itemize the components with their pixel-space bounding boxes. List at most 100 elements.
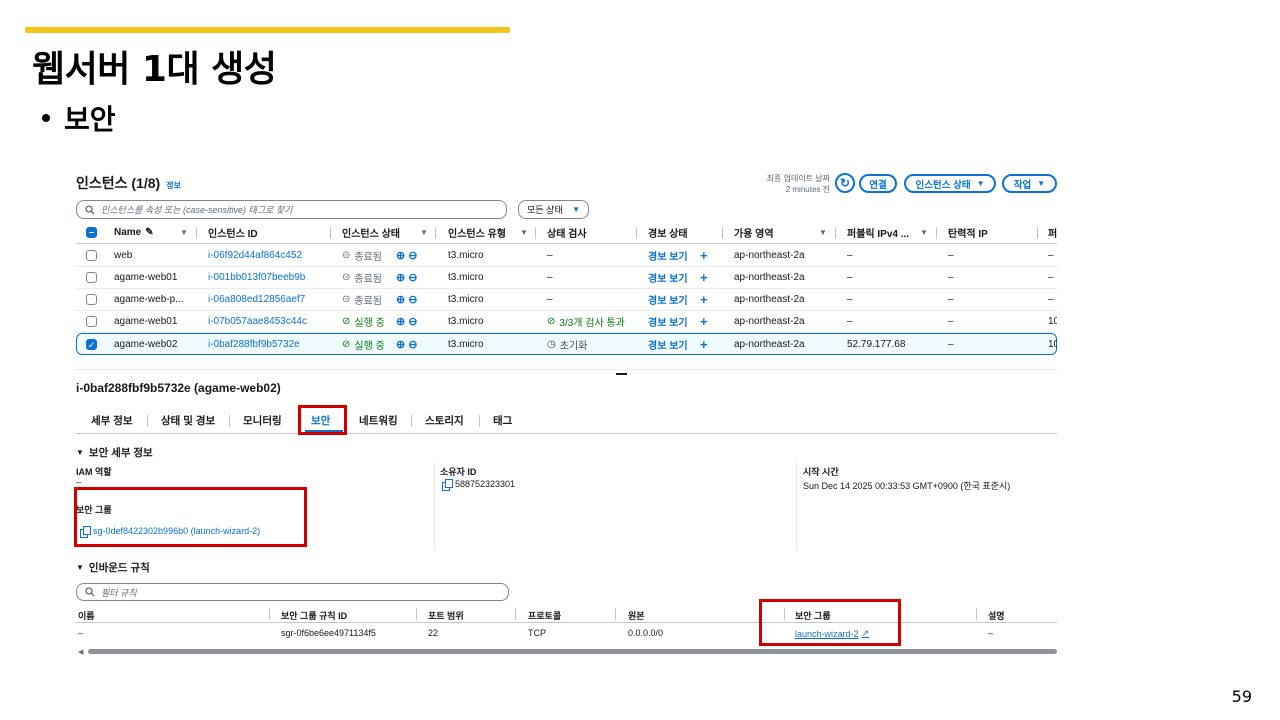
instance-search-input[interactable]: 인스턴스를 속성 또는 (case-sensitive) 태그로 찾기: [76, 200, 507, 219]
instance-state-label: 인스턴스 상태: [915, 179, 971, 191]
plus-icon[interactable]: +: [700, 337, 708, 352]
column-divider: [722, 227, 723, 239]
connect-button[interactable]: 연결: [859, 174, 897, 193]
iam-role-label: IAM 역할: [76, 467, 112, 477]
plus-icon[interactable]: +: [700, 314, 708, 329]
tab-divider: [411, 415, 412, 427]
zoom-icon[interactable]: ⊕⊖: [396, 249, 420, 262]
col-description[interactable]: 설명: [988, 609, 1005, 622]
row-checkbox[interactable]: [86, 316, 97, 327]
row-checkbox[interactable]: [86, 250, 97, 261]
zoom-icon[interactable]: ⊕⊖: [396, 271, 420, 284]
sort-icon[interactable]: ▼: [920, 228, 928, 237]
tab-details[interactable]: 세부 정보: [91, 413, 133, 428]
row-state: ⊝ 종료됨: [342, 248, 382, 263]
zoom-icon[interactable]: ⊕⊖: [396, 338, 420, 351]
row-type: t3.micro: [448, 250, 484, 261]
scroll-left-icon[interactable]: ◀: [78, 648, 83, 656]
rules-filter-placeholder: 필터 규칙: [101, 587, 137, 598]
inbound-rule-row[interactable]: – sgr-0f6be6ee4971134f5 22 TCP 0.0.0.0/0…: [76, 624, 1057, 644]
horizontal-scrollbar[interactable]: ◀: [76, 648, 1057, 656]
plus-icon[interactable]: +: [700, 292, 708, 307]
sort-icon[interactable]: ▼: [520, 228, 528, 237]
row-state: ⊝ 종료됨: [342, 292, 382, 307]
col-alarm-status[interactable]: 경보 상태: [648, 225, 688, 240]
rules-filter-input[interactable]: 필터 규칙: [76, 583, 509, 601]
col-availability-zone[interactable]: 가용 영역: [734, 225, 774, 240]
row-alarm-link[interactable]: 경보 보기: [648, 270, 688, 285]
tab-tags[interactable]: 태그: [493, 413, 512, 428]
row-checkbox[interactable]: [86, 272, 97, 283]
inbound-rules-header[interactable]: ▼ 인바운드 규칙: [76, 560, 150, 575]
col-source[interactable]: 원본: [628, 609, 645, 622]
info-link[interactable]: 정보: [166, 180, 181, 191]
bullet-dot-icon: [42, 114, 50, 122]
tab-divider: [479, 415, 480, 427]
connect-label: 연결: [869, 179, 887, 191]
row-instance-id[interactable]: i-06a808ed12856aef7: [208, 294, 305, 305]
tab-status-alarms[interactable]: 상태 및 경보: [161, 413, 215, 428]
tab-networking[interactable]: 네트워킹: [359, 413, 398, 428]
col-rule-id[interactable]: 보안 그룹 규칙 ID: [281, 609, 347, 622]
col-instance-state[interactable]: 인스턴스 상태: [342, 225, 400, 240]
sort-icon[interactable]: ▼: [420, 228, 428, 237]
zoom-icon[interactable]: ⊕⊖: [396, 293, 420, 306]
col-status-check[interactable]: 상태 검사: [547, 225, 587, 240]
rule-description: –: [988, 628, 994, 638]
col-public-ipv4[interactable]: 퍼블릭 IPv4 ...: [847, 225, 909, 240]
table-row[interactable]: web i-06f92d44af864c452 ⊝ 종료됨 ⊕⊖ t3.micro…: [76, 245, 1057, 267]
table-row[interactable]: agame-web01 i-001bb013f07beeb9b ⊝ 종료됨 ⊕⊖ …: [76, 267, 1057, 289]
stop-circle-icon: ⊝: [342, 294, 351, 305]
checkbox-checked-icon: ✓: [86, 338, 97, 350]
resize-handle[interactable]: [616, 373, 627, 375]
highlight-rule-security-group: [759, 599, 901, 646]
row-checkbox[interactable]: ✓: [86, 338, 97, 350]
table-row-selected[interactable]: ✓ agame-web02 i-0baf288fbf9b5732e ⊘ 실행 중 …: [76, 333, 1057, 355]
col-extra[interactable]: 퍼: [1048, 225, 1057, 240]
table-row[interactable]: agame-web01 i-07b057aae8453c44c ⊘ 실행 중 ⊕⊖…: [76, 311, 1057, 333]
row-instance-id[interactable]: i-06f92d44af864c452: [208, 250, 302, 261]
col-port-range[interactable]: 포트 범위: [428, 609, 464, 622]
column-divider: [636, 227, 637, 239]
row-alarm-link[interactable]: 경보 보기: [648, 337, 688, 352]
table-row[interactable]: agame-web-p... i-06a808ed12856aef7 ⊝ 종료됨 …: [76, 289, 1057, 311]
sort-icon[interactable]: ▼: [180, 228, 188, 237]
state-filter-select[interactable]: 모든 상태 ▼: [518, 200, 589, 219]
column-divider: [515, 608, 516, 620]
tab-monitoring[interactable]: 모니터링: [243, 413, 282, 428]
instance-state-button[interactable]: 인스턴스 상태 ▼: [904, 174, 996, 193]
plus-icon[interactable]: +: [700, 270, 708, 285]
security-details-header[interactable]: ▼ 보안 세부 정보: [76, 445, 153, 460]
plus-icon[interactable]: +: [700, 248, 708, 263]
col-protocol[interactable]: 프로토콜: [528, 609, 561, 622]
row-name: agame-web02: [114, 338, 178, 350]
row-instance-id[interactable]: i-0baf288fbf9b5732e: [208, 339, 300, 350]
scrollbar-thumb[interactable]: [88, 649, 1057, 654]
col-name[interactable]: Name ✎: [114, 227, 154, 238]
row-extra: –: [1048, 250, 1054, 261]
col-elastic-ip[interactable]: 탄력적 IP: [948, 225, 988, 240]
col-instance-type[interactable]: 인스턴스 유형: [448, 225, 506, 240]
row-extra: –: [1048, 294, 1054, 305]
tab-storage[interactable]: 스토리지: [425, 413, 464, 428]
col-instance-id[interactable]: 인스턴스 ID: [208, 225, 258, 240]
row-instance-id[interactable]: i-07b057aae8453c44c: [208, 316, 307, 327]
sort-icon[interactable]: ▼: [819, 228, 827, 237]
rule-source: 0.0.0.0/0: [628, 628, 664, 638]
row-state-label: 종료됨: [354, 252, 382, 263]
refresh-button[interactable]: ↻: [835, 173, 855, 193]
copy-icon[interactable]: [442, 479, 453, 491]
zoom-icon[interactable]: ⊕⊖: [396, 315, 420, 328]
col-rule-name[interactable]: 이름: [78, 609, 95, 622]
row-checkbox[interactable]: [86, 294, 97, 305]
row-alarm-link[interactable]: 경보 보기: [648, 314, 688, 329]
security-details-title: 보안 세부 정보: [88, 447, 153, 459]
row-ipv4: 52.79.177.68: [847, 338, 906, 350]
actions-button[interactable]: 작업 ▼: [1002, 174, 1057, 193]
select-all-checkbox[interactable]: –: [86, 227, 97, 238]
row-eip: –: [948, 250, 954, 261]
row-instance-id[interactable]: i-001bb013f07beeb9b: [208, 272, 305, 283]
row-alarm-link[interactable]: 경보 보기: [648, 248, 688, 263]
col-instance-type-label: 인스턴스 유형: [448, 229, 506, 240]
row-alarm-link[interactable]: 경보 보기: [648, 292, 688, 307]
